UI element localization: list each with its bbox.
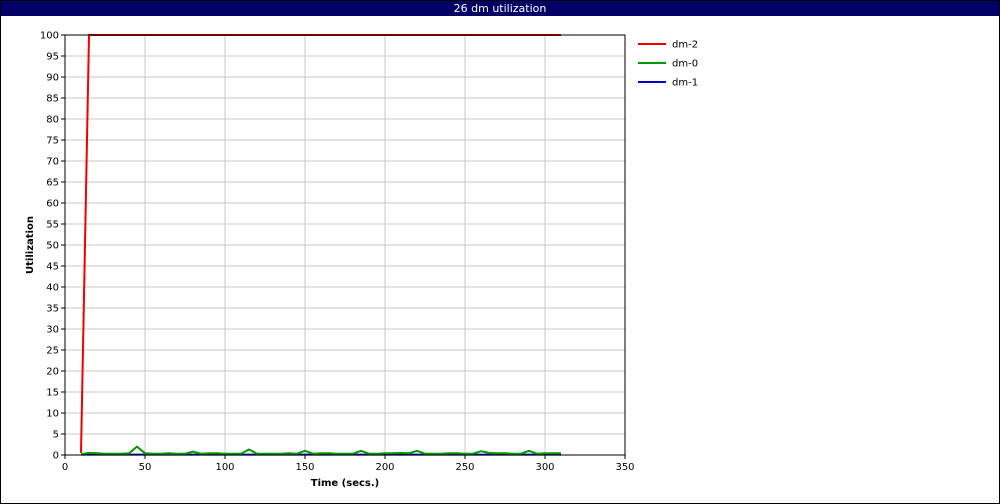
y-tick-label-10: 50 bbox=[46, 241, 59, 252]
y-tick-label-11: 55 bbox=[46, 220, 59, 231]
x-axis-ticks: 0 50 100 150 200 250 300 350 bbox=[62, 455, 635, 473]
legend: dm-2 dm-0 dm-1 bbox=[638, 40, 698, 89]
x-tick-label-4: 200 bbox=[375, 462, 394, 473]
y-axis-label: Utilization bbox=[25, 216, 36, 274]
y-tick-label-14: 70 bbox=[46, 157, 59, 168]
x-tick-label-2: 100 bbox=[215, 462, 234, 473]
y-tick-label-3: 15 bbox=[46, 388, 59, 399]
x-tick-label-0: 0 bbox=[62, 462, 68, 473]
x-axis-label: Time (secs.) bbox=[311, 478, 380, 489]
y-tick-label-7: 35 bbox=[46, 304, 59, 315]
x-tick-label-7: 350 bbox=[615, 462, 634, 473]
x-tick-label-5: 250 bbox=[455, 462, 474, 473]
y-tick-label-6: 30 bbox=[46, 325, 59, 336]
y-tick-label-20: 100 bbox=[40, 31, 59, 42]
y-tick-label-2: 10 bbox=[46, 409, 59, 420]
legend-label-dm-2: dm-2 bbox=[672, 40, 698, 51]
x-tick-label-1: 50 bbox=[139, 462, 152, 473]
legend-label-dm-1: dm-1 bbox=[672, 78, 698, 89]
grid-lines bbox=[64, 34, 626, 456]
y-tick-label-16: 80 bbox=[46, 115, 59, 126]
x-tick-label-6: 300 bbox=[535, 462, 554, 473]
legend-label-dm-0: dm-0 bbox=[672, 59, 698, 70]
y-tick-label-15: 75 bbox=[46, 136, 59, 147]
y-tick-label-13: 65 bbox=[46, 178, 59, 189]
y-tick-label-19: 95 bbox=[46, 52, 59, 63]
y-tick-label-12: 60 bbox=[46, 199, 59, 210]
y-tick-label-8: 40 bbox=[46, 283, 59, 294]
y-tick-label-17: 85 bbox=[46, 94, 59, 105]
y-tick-label-9: 45 bbox=[46, 262, 59, 273]
y-axis-ticks: 0 5 10 15 20 25 30 35 40 45 50 55 60 65 70 75 80 85 90 95 10… bbox=[40, 31, 65, 462]
y-tick-label-0: 0 bbox=[53, 451, 59, 462]
series-line-dm-0 bbox=[80, 445, 561, 456]
utilization-line-chart: 0 5 10 15 20 25 30 35 40 45 50 55 60 65 70 75 80 85 90 95 10… bbox=[25, 31, 698, 490]
x-tick-label-3: 150 bbox=[295, 462, 314, 473]
y-tick-label-5: 25 bbox=[46, 346, 59, 357]
y-tick-label-18: 90 bbox=[46, 73, 59, 84]
y-tick-label-1: 5 bbox=[53, 430, 59, 441]
y-tick-label-4: 20 bbox=[46, 367, 59, 378]
